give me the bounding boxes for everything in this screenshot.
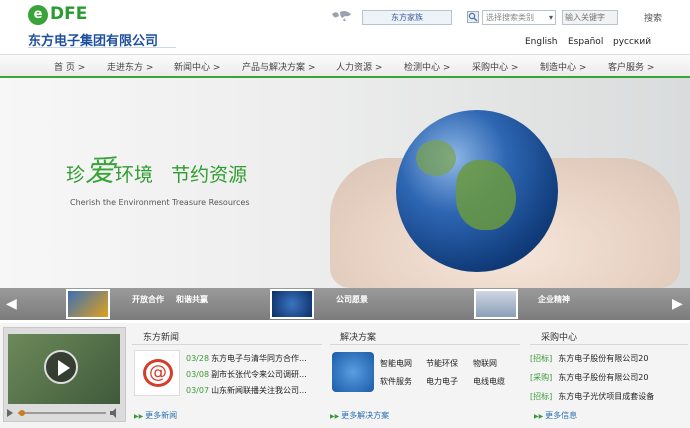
- strip-label-winwin: 和谐共赢: [176, 295, 208, 304]
- search-button[interactable]: 搜索: [644, 11, 662, 24]
- cooperation-thumbnail[interactable]: [66, 289, 110, 319]
- hero-banner[interactable]: 珍爱环境 节约资源 Cherish the Environment Treasu…: [0, 78, 690, 288]
- solution-item-software[interactable]: 软件服务: [380, 376, 412, 387]
- feature-carousel: ◀ 开放合作 和谐共赢 公司愿景 企业精神 ▶: [0, 288, 690, 320]
- news-text[interactable]: 山东新闻联播关注我公司...: [211, 386, 307, 395]
- nav-item-news[interactable]: 新闻中心 >: [174, 60, 220, 73]
- language-spanish-link[interactable]: Español: [568, 37, 603, 47]
- nav-item-hr[interactable]: 人力资源 >: [336, 60, 382, 73]
- news-text[interactable]: 东方电子与清华同方合作...: [211, 354, 307, 363]
- news-date: 03/08: [186, 370, 210, 379]
- globe-image: [396, 110, 558, 272]
- strip-label-cooperation: 开放合作: [132, 295, 164, 304]
- video-progress-bar[interactable]: [18, 412, 106, 414]
- language-russian-link[interactable]: русский: [613, 37, 651, 47]
- purchase-text[interactable]: 东方电子光伏项目成套设备: [558, 392, 654, 401]
- keyword-search-input[interactable]: [562, 10, 618, 25]
- nav-item-testing[interactable]: 检测中心 >: [404, 60, 450, 73]
- logo-text[interactable]: DFE: [50, 4, 87, 24]
- news-item[interactable]: 03/28 东方电子与清华同方合作...: [186, 353, 307, 364]
- news-item[interactable]: 03/07 山东新闻联播关注我公司...: [186, 385, 307, 396]
- search-icon: [467, 11, 479, 23]
- header-divider: [28, 47, 176, 48]
- nav-item-home[interactable]: 首 页 >: [54, 60, 85, 73]
- vision-thumbnail[interactable]: [270, 289, 314, 319]
- carousel-prev-icon[interactable]: ◀: [6, 296, 17, 312]
- solutions-title: 解决方案: [340, 333, 377, 343]
- spirit-thumbnail[interactable]: [474, 289, 518, 319]
- purchase-title: 采购中心: [541, 333, 578, 343]
- strip-label-spirit: 企业精神: [538, 295, 570, 304]
- purchase-text[interactable]: 东方电子股份有限公司20: [558, 373, 648, 382]
- news-item[interactable]: 03/08 副市长张代令来公司调研...: [186, 369, 307, 380]
- news-title: 东方新闻: [143, 333, 180, 343]
- more-solutions-link[interactable]: 更多解决方案: [330, 410, 389, 421]
- slogan-part-3: 节约资源: [171, 164, 248, 186]
- main-navigation: 首 页 > 走进东方 > 新闻中心 > 产品与解决方案 > 人力资源 > 检测中…: [0, 54, 690, 78]
- at-sign-icon: @: [143, 359, 173, 387]
- purchase-item[interactable]: [招标] 东方电子股份有限公司20: [530, 353, 648, 364]
- volume-icon[interactable]: [110, 408, 116, 418]
- slogan-part-1: 珍: [66, 164, 86, 186]
- purchase-divider: [530, 344, 688, 345]
- solution-item-smart-grid[interactable]: 智能电网: [380, 358, 412, 369]
- mini-play-icon[interactable]: [7, 409, 13, 417]
- purchase-tag: [招标]: [530, 392, 553, 401]
- banner-slogan-english: Cherish the Environment Treasure Resourc…: [70, 198, 250, 207]
- solution-item-power-electronics[interactable]: 电力电子: [426, 376, 458, 387]
- solutions-divider: [330, 344, 520, 345]
- solution-item-cables[interactable]: 电线电缆: [473, 376, 505, 387]
- nav-item-manufacturing[interactable]: 制造中心 >: [540, 60, 586, 73]
- more-purchase-link[interactable]: 更多信息: [534, 410, 577, 421]
- solution-item-iot[interactable]: 物联网: [473, 358, 497, 369]
- category-select-label: 选择搜索类别: [486, 13, 534, 22]
- purchase-item[interactable]: [采购] 东方电子股份有限公司20: [530, 372, 648, 383]
- solution-item-energy-saving[interactable]: 节能环保: [426, 358, 458, 369]
- more-news-link[interactable]: 更多新闻: [134, 410, 177, 421]
- news-date: 03/28: [186, 354, 210, 363]
- slogan-part-2: 环境: [115, 164, 154, 186]
- chevron-down-icon: ▾: [548, 13, 553, 22]
- video-controls[interactable]: [6, 407, 123, 419]
- strip-label-vision: 公司愿景: [336, 295, 368, 304]
- carousel-next-icon[interactable]: ▶: [672, 296, 683, 312]
- nav-item-about[interactable]: 走进东方 >: [107, 60, 153, 73]
- video-progress-handle[interactable]: [19, 410, 25, 416]
- banner-slogan: 珍爱环境 节约资源: [66, 146, 247, 190]
- news-divider: [132, 344, 322, 345]
- solutions-image: [332, 352, 374, 392]
- purchase-tag: [招标]: [530, 354, 553, 363]
- play-icon[interactable]: [44, 350, 78, 384]
- logo-icon[interactable]: e: [28, 5, 48, 25]
- purchase-tag: [采购]: [530, 373, 553, 382]
- news-email-image: @: [134, 350, 180, 396]
- nav-item-purchase[interactable]: 采购中心 >: [472, 60, 518, 73]
- search-category-select[interactable]: 选择搜索类别 ▾: [482, 10, 556, 25]
- slogan-love: 爱: [85, 154, 116, 189]
- news-text[interactable]: 副市长张代令来公司调研...: [211, 370, 307, 379]
- site-family-select[interactable]: 东方家族: [362, 10, 452, 25]
- news-date: 03/07: [186, 386, 210, 395]
- purchase-item[interactable]: [招标] 东方电子光伏项目成套设备: [530, 391, 654, 402]
- language-english-link[interactable]: English: [525, 37, 558, 47]
- nav-item-products[interactable]: 产品与解决方案 >: [242, 60, 315, 73]
- nav-item-service[interactable]: 客户服务 >: [608, 60, 654, 73]
- world-map-icon: [332, 11, 351, 21]
- purchase-text[interactable]: 东方电子股份有限公司20: [558, 354, 648, 363]
